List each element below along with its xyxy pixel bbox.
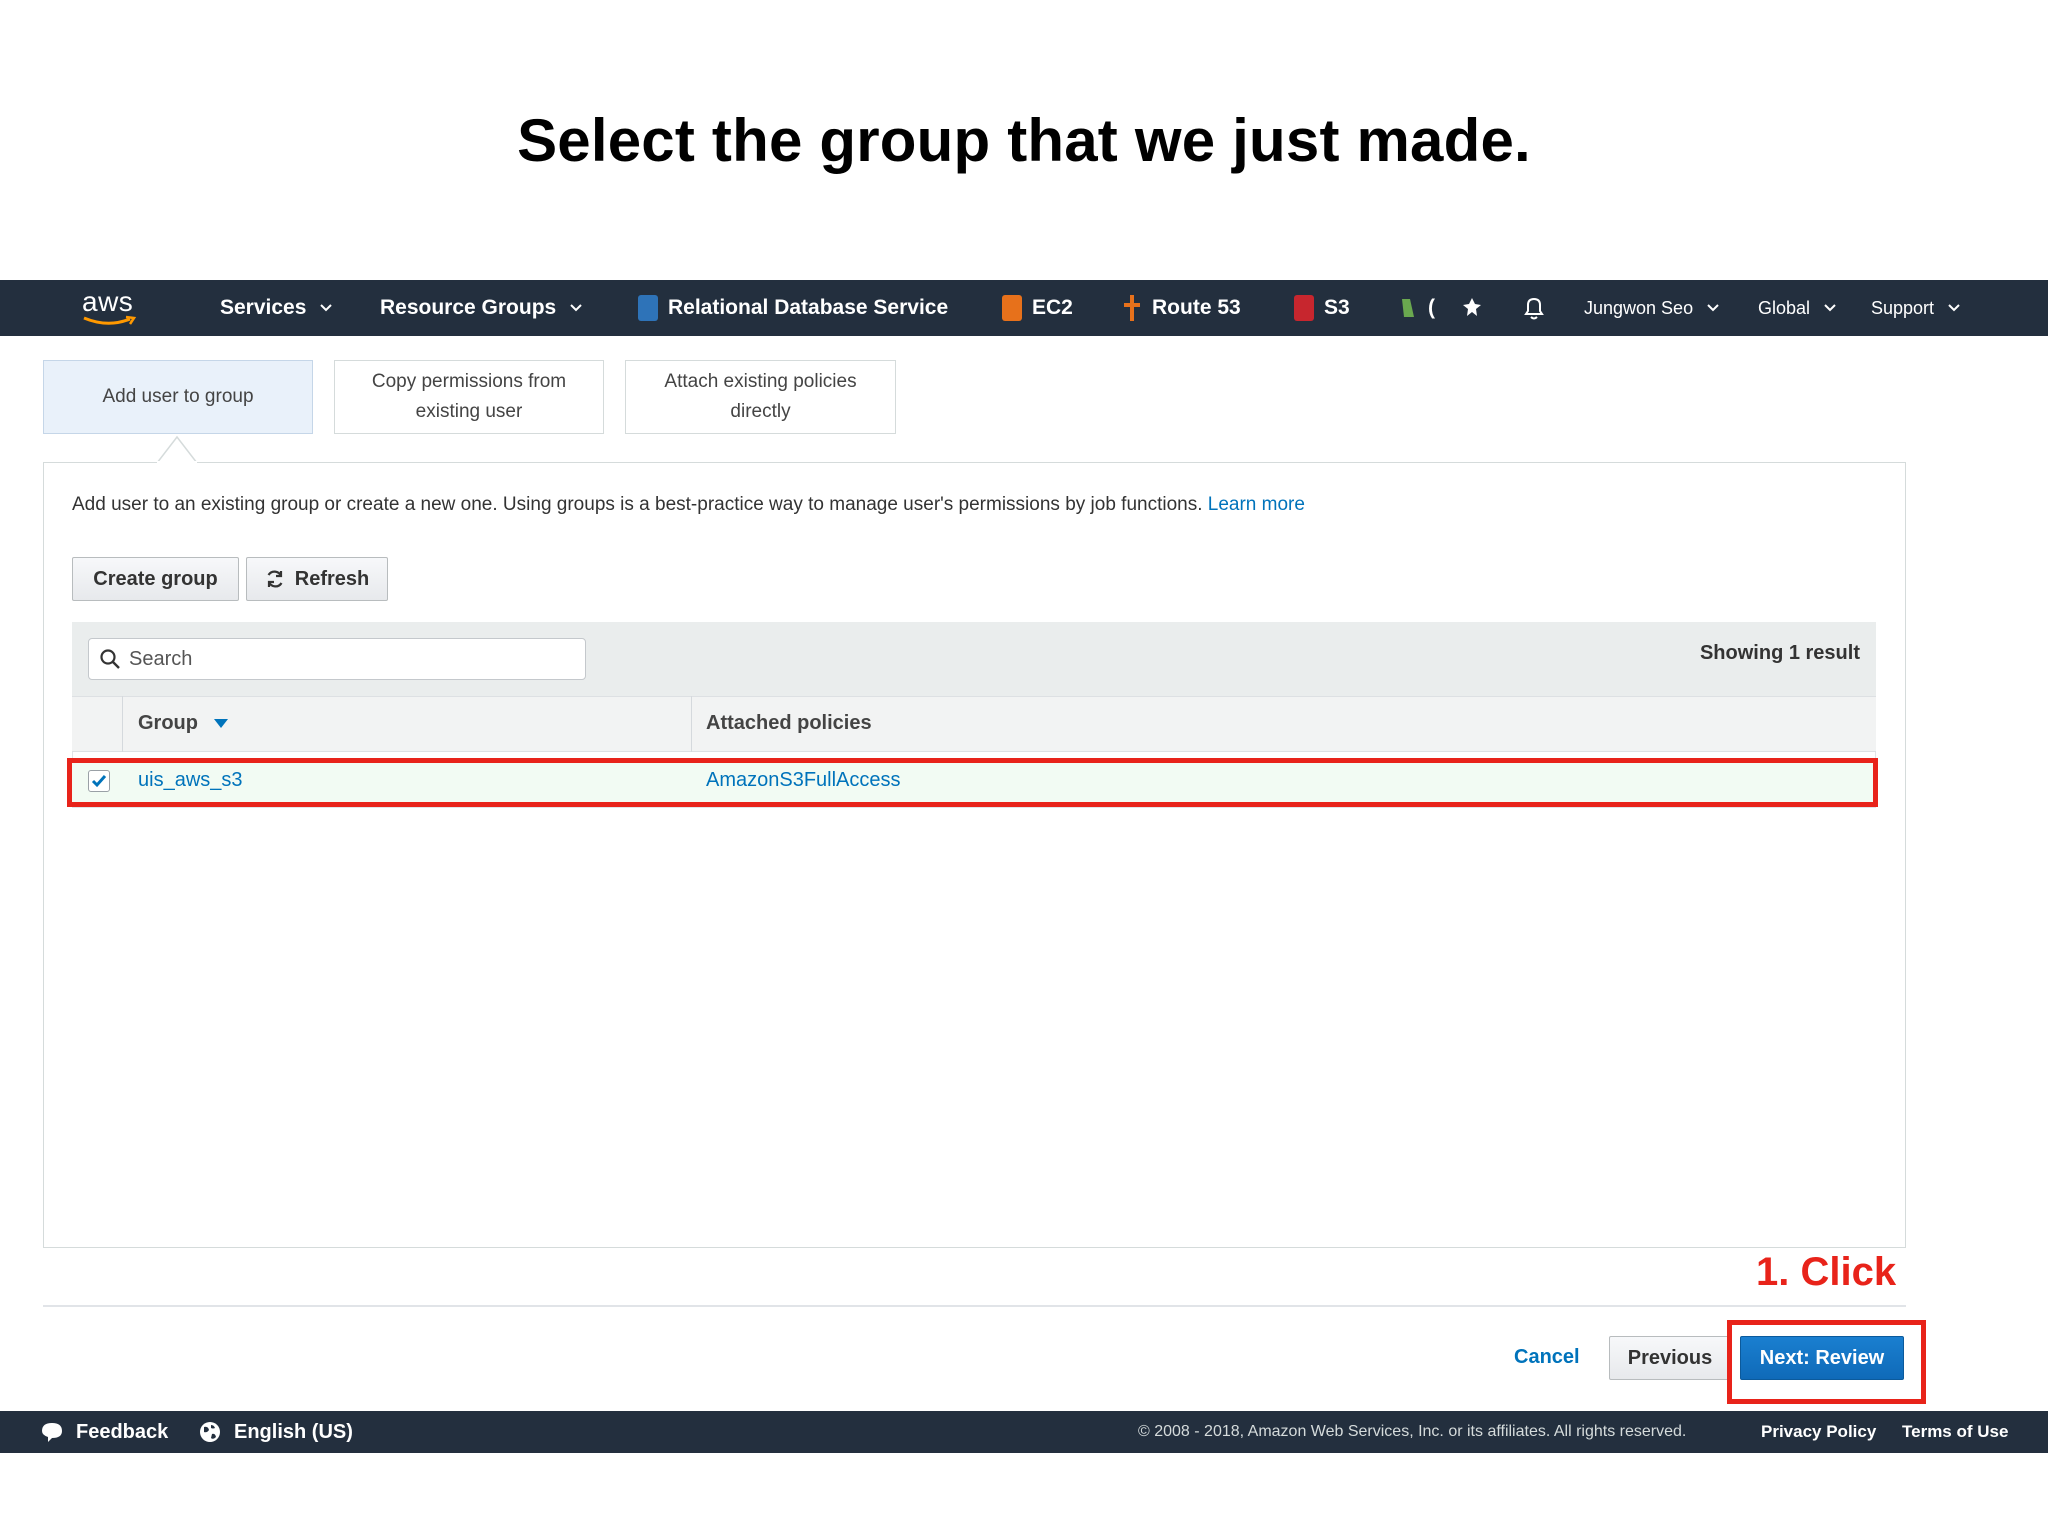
- active-tab-pointer: [157, 435, 197, 463]
- aws-logo[interactable]: aws: [82, 280, 148, 336]
- tab-label-line2: directly: [730, 401, 791, 422]
- support-menu[interactable]: Support: [1871, 280, 1960, 336]
- pinned-rds[interactable]: Relational Database Service: [638, 280, 948, 336]
- tab-attach-policies[interactable]: Attach existing policies directly: [625, 360, 896, 434]
- tab-add-user-to-group[interactable]: Add user to group: [43, 360, 313, 434]
- aws-logo-text: aws: [82, 286, 134, 317]
- bell-icon: [1524, 297, 1544, 320]
- account-menu[interactable]: Jungwon Seo: [1584, 280, 1719, 336]
- create-group-button[interactable]: Create group: [72, 557, 239, 601]
- refresh-button[interactable]: Refresh: [246, 557, 388, 601]
- resource-groups-menu[interactable]: Resource Groups: [380, 280, 582, 336]
- support-label: Support: [1871, 297, 1935, 318]
- pinned-rds-label: Relational Database Service: [668, 296, 949, 319]
- console-footer: Feedback English (US) © 2008 - 2018, Ama…: [0, 1411, 2048, 1453]
- services-label: Services: [220, 296, 307, 319]
- pinned-lambda-label: (: [1428, 296, 1435, 319]
- pinned-ec2-label: EC2: [1032, 296, 1073, 319]
- tab-label-line2: existing user: [415, 401, 523, 422]
- rds-icon: [638, 295, 658, 321]
- create-group-label: Create group: [93, 567, 218, 590]
- pinned-ec2[interactable]: EC2: [1002, 280, 1073, 336]
- services-menu[interactable]: Services: [220, 280, 333, 336]
- search-input[interactable]: [129, 647, 569, 671]
- feedback-button[interactable]: Feedback: [40, 1411, 168, 1453]
- ec2-icon: [1002, 295, 1022, 321]
- cancel-link[interactable]: Cancel: [1514, 1346, 1580, 1369]
- actions-divider: [43, 1305, 1906, 1307]
- region-menu[interactable]: Global: [1758, 280, 1836, 336]
- pinned-lambda[interactable]: (: [1398, 280, 1435, 336]
- privacy-policy-link[interactable]: Privacy Policy: [1761, 1411, 1876, 1453]
- chevron-down-icon: [1824, 304, 1836, 312]
- account-username: Jungwon Seo: [1584, 297, 1694, 318]
- copyright-text: © 2008 - 2018, Amazon Web Services, Inc.…: [1138, 1423, 1687, 1440]
- tab-copy-permissions[interactable]: Copy permissions from existing user: [334, 360, 604, 434]
- search-icon: [100, 649, 120, 669]
- language-selector[interactable]: English (US): [198, 1411, 353, 1453]
- panel-description: Add user to an existing group or create …: [72, 494, 1305, 516]
- column-header-group-label: Group: [138, 712, 198, 734]
- chevron-down-icon: [320, 304, 333, 312]
- pinned-s3[interactable]: S3: [1294, 280, 1350, 336]
- sort-down-icon: [213, 719, 228, 729]
- terms-of-use-link[interactable]: Terms of Use: [1902, 1411, 2008, 1453]
- description-text: Add user to an existing group or create …: [72, 494, 1203, 515]
- region-label: Global: [1758, 297, 1811, 318]
- previous-button[interactable]: Previous: [1609, 1336, 1731, 1380]
- refresh-icon: [267, 570, 283, 588]
- column-divider: [691, 696, 692, 752]
- highlight-selected-row: [67, 758, 1878, 807]
- column-header-policies: Attached policies: [706, 712, 872, 735]
- globe-icon: [200, 1422, 220, 1442]
- language-label: English (US): [234, 1420, 353, 1443]
- s3-icon: [1294, 295, 1314, 321]
- previous-label: Previous: [1627, 1346, 1713, 1369]
- pin-icon: [1463, 298, 1481, 316]
- chevron-down-icon: [1707, 304, 1719, 312]
- route53-icon: [1124, 295, 1140, 321]
- speech-bubble-icon: [42, 1423, 62, 1442]
- lambda-icon: [1402, 299, 1414, 317]
- tab-label: Copy permissions from: [371, 371, 567, 392]
- aws-top-nav: aws Services Resource Groups Relational …: [0, 280, 2048, 336]
- result-count: Showing 1 result: [1699, 642, 1860, 664]
- column-header-policies-label: Attached policies: [706, 712, 872, 734]
- tab-label: Attach existing policies: [664, 371, 857, 392]
- slide-title: Select the group that we just made.: [517, 107, 1531, 174]
- learn-more-link[interactable]: Learn more: [1208, 494, 1305, 515]
- tab-label: Add user to group: [102, 386, 254, 407]
- refresh-label: Refresh: [294, 567, 370, 590]
- notifications-button[interactable]: [1522, 280, 1546, 336]
- chevron-down-icon: [570, 304, 582, 312]
- search-box[interactable]: [88, 638, 586, 680]
- resource-groups-label: Resource Groups: [380, 296, 557, 319]
- highlight-next-button: [1727, 1320, 1926, 1404]
- pinned-route53[interactable]: Route 53: [1122, 280, 1241, 336]
- column-divider: [122, 696, 123, 752]
- pinned-route53-label: Route 53: [1152, 296, 1241, 319]
- pin-icon-button[interactable]: [1462, 280, 1482, 336]
- aws-smile-icon: [83, 315, 137, 325]
- column-header-group[interactable]: Group: [138, 712, 228, 735]
- chevron-down-icon: [1948, 304, 1960, 312]
- table-header: [72, 696, 1876, 752]
- pinned-s3-label: S3: [1324, 296, 1350, 319]
- step-annotation: 1. Click: [1756, 1250, 1897, 1294]
- feedback-label: Feedback: [76, 1420, 169, 1443]
